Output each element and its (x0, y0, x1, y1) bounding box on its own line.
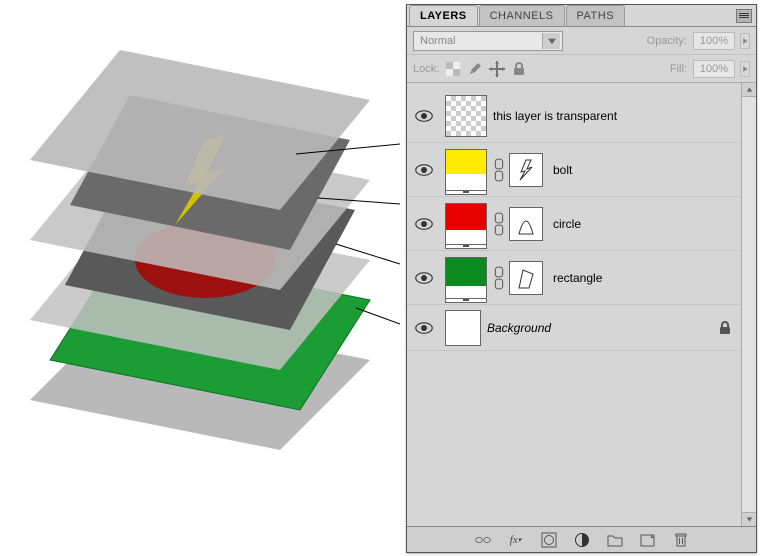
layer-mask-thumbnail[interactable] (509, 153, 543, 187)
layer-mask-thumbnail[interactable] (509, 261, 543, 295)
panel-tabs: LAYERS CHANNELS PATHS (407, 5, 756, 27)
link-layers-icon[interactable] (473, 531, 493, 549)
layer-thumbnail[interactable] (445, 95, 487, 137)
layer-row[interactable]: this layer is transparent (407, 89, 741, 143)
lock-icon (717, 320, 733, 336)
fill-input[interactable]: 100% (693, 60, 735, 78)
lock-row: Lock: Fill: 100% (407, 55, 756, 83)
adjustment-layer-icon[interactable] (572, 531, 592, 549)
trash-icon[interactable] (671, 531, 691, 549)
fill-label: Fill: (670, 63, 687, 75)
scroll-down-icon[interactable] (742, 512, 756, 526)
layer-items: this layer is transparent bolt circle (407, 83, 741, 526)
lock-icons (445, 61, 527, 77)
fx-icon[interactable]: fx▾ (506, 531, 526, 549)
visibility-toggle[interactable] (413, 159, 435, 181)
panel-menu-icon[interactable] (736, 9, 752, 23)
tab-channels[interactable]: CHANNELS (479, 5, 565, 26)
layer-thumbnail[interactable] (445, 257, 487, 299)
chain-icon (493, 263, 505, 293)
opacity-stepper[interactable] (740, 33, 750, 49)
panel-footer: fx▾ (407, 526, 756, 552)
opacity-input[interactable]: 100% (693, 32, 735, 50)
layer-row[interactable]: bolt (407, 143, 741, 197)
visibility-toggle[interactable] (413, 317, 435, 339)
chevron-down-icon (542, 33, 560, 49)
scrollbar[interactable] (741, 83, 756, 526)
tab-layers[interactable]: LAYERS (409, 5, 478, 26)
layer-mask-thumbnail[interactable] (509, 207, 543, 241)
layer-name[interactable]: rectangle (553, 271, 735, 285)
layers-panel: LAYERS CHANNELS PATHS Normal Opacity: 10… (406, 4, 757, 553)
layer-row[interactable]: rectangle (407, 251, 741, 305)
blend-row: Normal Opacity: 100% (407, 27, 756, 55)
layer-stack-illustration (0, 0, 400, 520)
layer-name[interactable]: Background (487, 321, 717, 335)
visibility-toggle[interactable] (413, 213, 435, 235)
layer-row[interactable]: Background (407, 305, 741, 351)
blend-mode-value: Normal (420, 35, 455, 47)
lock-all-icon[interactable] (511, 61, 527, 77)
new-layer-icon[interactable] (638, 531, 658, 549)
lock-label: Lock: (413, 63, 439, 75)
layer-name[interactable]: this layer is transparent (493, 109, 735, 123)
layer-name[interactable]: bolt (553, 163, 735, 177)
chain-icon (493, 155, 505, 185)
layer-thumbnail[interactable] (445, 310, 481, 346)
lock-position-icon[interactable] (489, 61, 505, 77)
layer-list: this layer is transparent bolt circle (407, 83, 756, 526)
new-group-icon[interactable] (605, 531, 625, 549)
add-mask-icon[interactable] (539, 531, 559, 549)
blend-mode-select[interactable]: Normal (413, 31, 563, 51)
lock-transparency-icon[interactable] (445, 61, 461, 77)
lock-pixels-icon[interactable] (467, 61, 483, 77)
fill-stepper[interactable] (740, 61, 750, 77)
layer-thumbnail[interactable] (445, 149, 487, 191)
tab-paths[interactable]: PATHS (566, 5, 626, 26)
visibility-toggle[interactable] (413, 267, 435, 289)
layer-thumbnail[interactable] (445, 203, 487, 245)
visibility-toggle[interactable] (413, 105, 435, 127)
chain-icon (493, 209, 505, 239)
layer-row[interactable]: circle (407, 197, 741, 251)
layer-name[interactable]: circle (553, 217, 735, 231)
scroll-up-icon[interactable] (742, 83, 756, 97)
opacity-label: Opacity: (647, 35, 687, 47)
